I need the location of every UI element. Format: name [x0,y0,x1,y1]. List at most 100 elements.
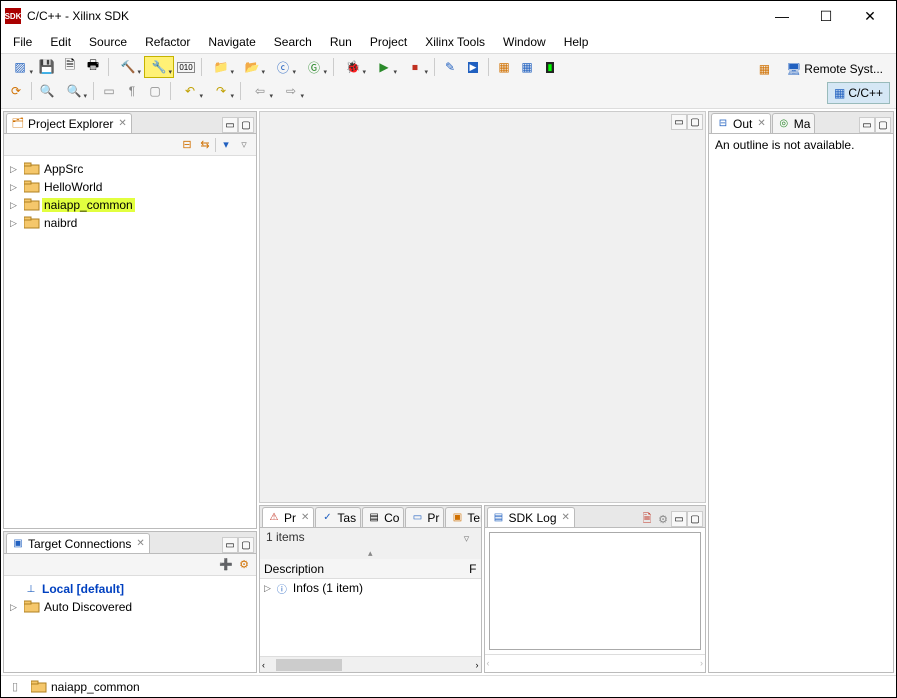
edit-connection-icon[interactable]: ⚙ [236,557,252,573]
tree-item-appsrc[interactable]: ▷ AppSrc [6,160,254,178]
horizontal-scrollbar[interactable]: ‹› [485,654,706,670]
terminal-tab[interactable]: ▣Ter [445,507,481,527]
maximize-pane-button[interactable]: ▢ [238,537,254,553]
menu-window[interactable]: Window [495,33,554,51]
nav-prev-button[interactable]: ↶▾ [175,80,205,102]
maximize-pane-button[interactable]: ▢ [875,117,891,133]
close-tab-icon[interactable]: ✕ [301,512,309,523]
debug-button[interactable]: 🐞▾ [338,56,368,78]
menu-xilinx-tools[interactable]: Xilinx Tools [417,33,493,51]
minimize-button[interactable]: — [760,2,804,30]
minimize-pane-button[interactable]: ▭ [222,117,238,133]
new-project-button[interactable]: 📁▾ [206,56,236,78]
console-button[interactable]: ▮ [539,56,561,78]
save-button[interactable]: 💾 [36,56,58,78]
expand-arrow-icon[interactable]: ▷ [10,218,22,229]
toggle-block-button[interactable]: ▢ [144,80,166,102]
problems-tab[interactable]: ⚠Pr✕ [262,507,314,527]
problems-table-header: DescriptionF [260,559,481,579]
minimize-pane-button[interactable]: ▭ [859,117,875,133]
sdk-log-text[interactable] [489,532,702,650]
toggle-mark-button[interactable]: ▭ [98,80,120,102]
stop-button[interactable]: ⏹▾ [400,56,430,78]
grid2-button[interactable]: ▦ [516,56,538,78]
menu-help[interactable]: Help [556,33,597,51]
target-connections-title: Target Connections [28,537,131,551]
forward-button[interactable]: ⇨▾ [276,80,306,102]
maximize-pane-button[interactable]: ▢ [687,114,703,130]
close-tab-icon[interactable]: ✕ [118,118,126,129]
menu-search[interactable]: Search [266,33,320,51]
maximize-pane-button[interactable]: ▢ [687,511,703,527]
expand-arrow-icon[interactable]: ▷ [10,182,22,193]
expand-arrow-icon[interactable]: ▷ [10,200,22,211]
expand-arrow-icon[interactable]: ▷ [10,164,22,175]
build-button[interactable]: 🔨▾ [113,56,143,78]
menu-project[interactable]: Project [362,33,415,51]
outline-tab[interactable]: ⊟Out✕ [711,113,771,133]
expand-arrow-icon[interactable]: ▷ [10,602,22,613]
search-button[interactable]: 🔍 [36,80,58,102]
close-tab-icon[interactable]: ✕ [136,538,144,549]
new-class-button[interactable]: Ⓖ▾ [299,56,329,78]
minimize-pane-button[interactable]: ▭ [671,114,687,130]
menu-navigate[interactable]: Navigate [200,33,263,51]
tree-item-helloworld[interactable]: ▷ HelloWorld [6,178,254,196]
properties-icon: ▭ [410,511,424,525]
open-perspective-button[interactable]: ▦ [752,58,777,80]
new-file-c-button[interactable]: ⓒ▾ [268,56,298,78]
perspective-remote-systems[interactable]: 🖥Remote Syst... [779,58,890,80]
new-button[interactable]: ▨▾ [5,56,35,78]
tree-item-local-default[interactable]: ⊥ Local [default] [6,580,254,598]
terminal-button[interactable]: ▶ [462,56,484,78]
binary-button[interactable]: 010 [175,56,197,78]
toggle-wrap-button[interactable]: ¶ [121,80,143,102]
log-options-icon[interactable]: ⚙ [655,511,671,527]
menu-file[interactable]: File [5,33,40,51]
add-connection-icon[interactable]: ➕ [218,557,234,573]
perspective-c-cpp[interactable]: ▦C/C++ [827,82,890,104]
make-tab[interactable]: ◎Ma [772,113,816,133]
wand-button[interactable]: ✎ [439,56,461,78]
refresh-button[interactable]: ⟳ [5,80,27,102]
tree-item-auto-discovered[interactable]: ▷ Auto Discovered [6,598,254,616]
target-connections-tab[interactable]: ▣ Target Connections ✕ [6,533,150,553]
maximize-pane-button[interactable]: ▢ [238,117,254,133]
expand-arrow-icon[interactable]: ▷ [264,583,271,594]
grid1-button[interactable]: ▦ [493,56,515,78]
search2-button[interactable]: 🔍▾ [59,80,89,102]
sdk-log-tab[interactable]: ▤SDK Log✕ [487,507,575,527]
tree-item-naibrd[interactable]: ▷ naibrd [6,214,254,232]
run-button[interactable]: ▶▾ [369,56,399,78]
filter-icon[interactable]: ▾ [218,137,234,153]
minimize-pane-button[interactable]: ▭ [222,537,238,553]
tasks-tab[interactable]: ✓Tas [315,507,361,527]
minimize-pane-button[interactable]: ▭ [671,511,687,527]
close-button[interactable]: ✕ [848,2,892,30]
view-menu-icon[interactable]: ▿ [459,530,475,546]
nav-next-button[interactable]: ↷▾ [206,80,236,102]
print-button[interactable]: 🖶 [82,56,104,78]
menu-run[interactable]: Run [322,33,360,51]
menu-edit[interactable]: Edit [42,33,79,51]
back-button[interactable]: ⇦▾ [245,80,275,102]
problems-row-infos[interactable]: ▷ ⓘ Infos (1 item) [260,579,481,597]
console-tab[interactable]: ▤Co [362,507,404,527]
view-menu-icon[interactable]: ▿ [236,137,252,153]
close-tab-icon[interactable]: ✕ [757,118,765,129]
menu-refactor[interactable]: Refactor [137,33,198,51]
maximize-button[interactable]: ☐ [804,2,848,30]
menu-source[interactable]: Source [81,33,135,51]
target-icon: ◎ [777,117,791,131]
save-all-button[interactable]: 🗎 [59,56,81,78]
horizontal-scrollbar[interactable]: ‹› [260,656,481,672]
project-explorer-tab[interactable]: 🗂 Project Explorer ✕ [6,113,132,133]
properties-tab[interactable]: ▭Pr [405,507,444,527]
tree-item-naiapp-common[interactable]: ▷ naiapp_common [6,196,254,214]
build-config-button[interactable]: 🔧▾ [144,56,174,78]
new-folder-button[interactable]: 📂▾ [237,56,267,78]
link-editor-icon[interactable]: ⇆ [197,137,213,153]
collapse-all-icon[interactable]: ⊟ [179,137,195,153]
clear-log-icon[interactable]: 🗎 [639,511,655,527]
close-tab-icon[interactable]: ✕ [562,512,570,523]
